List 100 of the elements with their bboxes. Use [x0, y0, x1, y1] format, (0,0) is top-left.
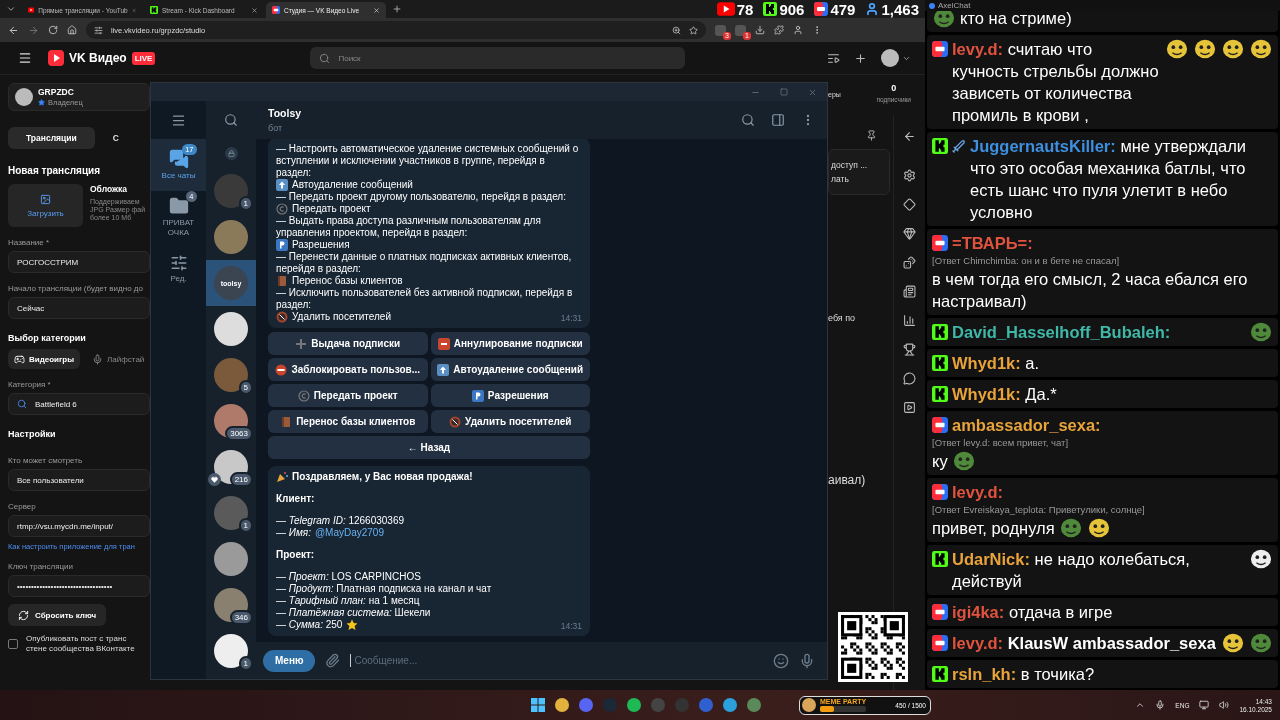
- menu-button[interactable]: Меню: [263, 649, 316, 672]
- username-link[interactable]: @MayDay2709: [314, 527, 384, 539]
- close-icon[interactable]: [808, 87, 817, 97]
- tab-list-icon[interactable]: [6, 4, 16, 14]
- chevron-up-icon[interactable]: [1135, 700, 1146, 710]
- keyboard-button[interactable]: Аннулирование подписки: [430, 332, 590, 355]
- text-field[interactable]: РОСГОССТРИМ: [8, 251, 150, 273]
- emoji-icon[interactable]: [773, 652, 789, 669]
- upload-button[interactable]: Загрузить: [8, 184, 83, 227]
- search-icon[interactable]: [741, 113, 755, 127]
- microphone-icon[interactable]: [799, 652, 815, 669]
- emote-icon: [1086, 517, 1111, 539]
- back-button[interactable]: ← Назад: [268, 436, 590, 459]
- emote-icon: [1193, 38, 1217, 60]
- message-input[interactable]: Сообщение...: [350, 654, 763, 667]
- trophy-icon[interactable]: [903, 343, 916, 356]
- search-field[interactable]: Battlefield 6: [8, 393, 150, 415]
- profile-icon[interactable]: [793, 25, 803, 35]
- stat-value: 0: [891, 83, 897, 93]
- windows-logo-icon[interactable]: [531, 698, 545, 712]
- home-icon[interactable]: [67, 25, 77, 35]
- text-field[interactable]: ••••••••••••••••••••••••••••••••••: [8, 575, 150, 597]
- app-icon[interactable]: [723, 698, 737, 712]
- app-icon[interactable]: [579, 698, 593, 712]
- keyboard-button[interactable]: Заблокировать пользов...: [268, 358, 428, 381]
- gem-icon[interactable]: [903, 227, 916, 240]
- monitor-icon[interactable]: [1199, 700, 1210, 710]
- search-field[interactable]: Поиск: [310, 47, 686, 69]
- text-field[interactable]: Все пользователи: [8, 469, 150, 491]
- chat-subtitle: бот: [268, 123, 284, 133]
- kick-logo-icon: [763, 2, 778, 16]
- text-field[interactable]: Сейчас: [8, 297, 150, 319]
- back-icon[interactable]: [8, 24, 19, 36]
- emote-icon: [1221, 632, 1245, 654]
- message-text: — Передать проект другому пользователю, перейдя в раздел:: [276, 191, 566, 203]
- category-chip[interactable]: Лайфстай: [86, 349, 150, 369]
- attach-icon[interactable]: [325, 653, 341, 668]
- bar-chart-icon[interactable]: [903, 314, 916, 327]
- play-icon[interactable]: [903, 401, 916, 414]
- unread-badge: 1: [238, 656, 253, 671]
- keyboard-button[interactable]: Перенос базы клиентов: [268, 410, 428, 433]
- new-tab-icon[interactable]: [392, 4, 402, 14]
- studio-tab[interactable]: С: [112, 127, 119, 149]
- reload-icon[interactable]: [48, 25, 58, 35]
- chat-icon[interactable]: [903, 372, 916, 385]
- studio-tab[interactable]: Трансляции: [8, 127, 95, 149]
- keyboard-button[interactable]: Автоудаление сообщений: [430, 358, 590, 381]
- text-fragment: доступ ...: [831, 160, 869, 170]
- download-icon[interactable]: [755, 25, 765, 35]
- playlist-icon[interactable]: [827, 51, 840, 65]
- forward-icon[interactable]: [28, 24, 39, 36]
- input-bar[interactable]: Меню Сообщение...: [256, 642, 827, 679]
- side-panel-icon[interactable]: [771, 113, 785, 127]
- logo[interactable]: VK Видео LIVE: [48, 50, 156, 66]
- message-line: — Сумма: 250: [276, 619, 343, 631]
- star-icon: [346, 619, 359, 631]
- pin-icon[interactable]: [866, 130, 877, 141]
- bookmark-icon[interactable]: [689, 25, 698, 35]
- dice-icon[interactable]: [903, 256, 916, 269]
- speaker-icon[interactable]: [1219, 700, 1230, 710]
- text-field[interactable]: rtmp://vsu.mycdn.me/input/: [8, 515, 150, 537]
- settings-icon[interactable]: [903, 169, 916, 182]
- category-chip[interactable]: Видеоигры: [8, 349, 81, 369]
- emote-icon: [1165, 38, 1189, 60]
- diamond-icon[interactable]: [903, 198, 916, 211]
- keyboard-button[interactable]: Разрешения: [430, 384, 590, 407]
- app-icon[interactable]: [627, 698, 641, 712]
- extensions-icon[interactable]: [774, 25, 784, 35]
- extension-icon[interactable]: [735, 24, 746, 36]
- microphone-icon[interactable]: [1155, 700, 1166, 710]
- close-icon[interactable]: [251, 6, 258, 14]
- keyboard-button[interactable]: Удалить посетителей: [430, 410, 590, 433]
- section-heading: Настройки: [8, 429, 57, 439]
- search-icon[interactable]: [224, 113, 238, 127]
- menu-icon[interactable]: [171, 112, 186, 128]
- microphone-icon: [92, 353, 104, 365]
- live-logo-icon: [932, 484, 948, 500]
- app-icon[interactable]: [747, 698, 761, 712]
- menu-icon[interactable]: [18, 51, 32, 65]
- page-heading: Новая трансляция: [8, 165, 101, 176]
- extension-icon[interactable]: [715, 24, 726, 36]
- folder-icon: [168, 196, 189, 216]
- keyboard-button[interactable]: Выдача подписки: [268, 332, 428, 355]
- folder-tab[interactable]: Ред.: [151, 243, 206, 295]
- prohibited-icon: [276, 311, 288, 323]
- zoom-icon[interactable]: [672, 25, 681, 35]
- archive-icon[interactable]: [224, 147, 238, 160]
- emote-icon: [951, 450, 976, 472]
- news-icon[interactable]: [903, 285, 916, 298]
- play-logo-icon: [48, 50, 64, 66]
- message-line: Поздравляем, у Вас новая продажа!: [292, 471, 473, 483]
- avatar[interactable]: [881, 49, 899, 67]
- back-icon[interactable]: [903, 130, 916, 143]
- emote-icon: [1058, 517, 1083, 539]
- site-info-icon[interactable]: [94, 25, 103, 35]
- reset-key-button[interactable]: Сбросить ключ: [8, 604, 107, 626]
- checkbox[interactable]: [8, 638, 18, 649]
- keyboard-button[interactable]: Передать проект: [268, 384, 428, 407]
- app-icon[interactable]: [555, 698, 569, 712]
- add-icon[interactable]: [854, 51, 867, 65]
